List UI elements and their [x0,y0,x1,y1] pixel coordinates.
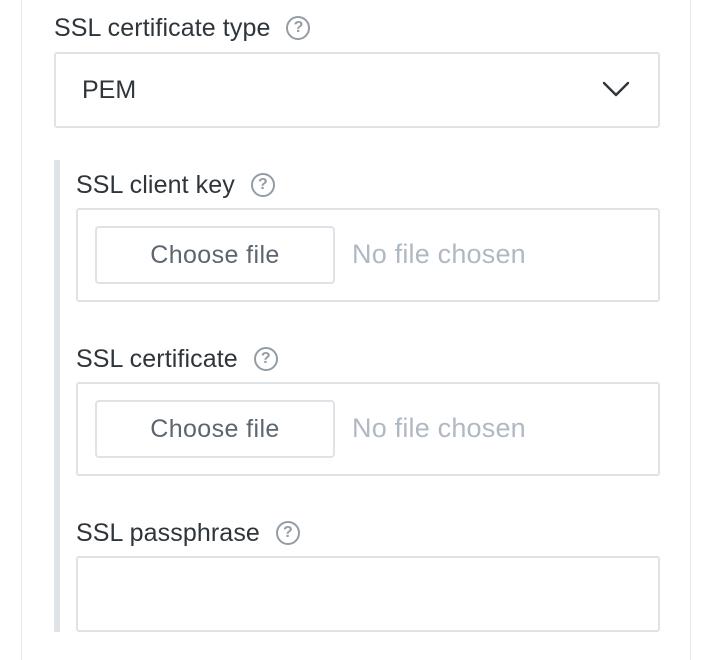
ssl-client-key-choose-file-button[interactable]: Choose file [95,226,335,284]
ssl-certificate-file-status: No file chosen [352,413,526,443]
ssl-passphrase-label-row: SSL passphrase ? [76,517,300,549]
ssl-client-key-file-input[interactable]: Choose file No file chosen [76,208,660,302]
ssl-certificate-type-label-row: SSL certificate type ? [54,12,311,44]
ssl-client-key-label: SSL client key [76,170,235,199]
question-circle-icon[interactable]: ? [250,173,275,197]
nested-group-indicator [54,160,60,632]
question-circle-icon[interactable]: ? [286,16,311,40]
ssl-passphrase-input[interactable] [76,556,660,632]
ssl-certificate-type-label: SSL certificate type [54,13,271,42]
ssl-certificate-label: SSL certificate [76,344,238,373]
question-circle-icon[interactable]: ? [275,521,300,545]
ssl-passphrase-label: SSL passphrase [76,518,260,547]
ssl-certificate-type-select[interactable]: PEM [54,52,660,128]
ssl-certificate-choose-file-button[interactable]: Choose file [95,400,335,458]
question-circle-icon[interactable]: ? [253,347,278,371]
ssl-client-key-label-row: SSL client key ? [76,169,275,201]
chevron-down-icon [602,81,630,97]
ssl-certificate-label-row: SSL certificate ? [76,343,278,375]
ssl-client-key-file-status: No file chosen [352,239,526,269]
ssl-certificate-file-input[interactable]: Choose file No file chosen [76,382,660,476]
ssl-certificate-type-selected-value: PEM [82,75,137,104]
